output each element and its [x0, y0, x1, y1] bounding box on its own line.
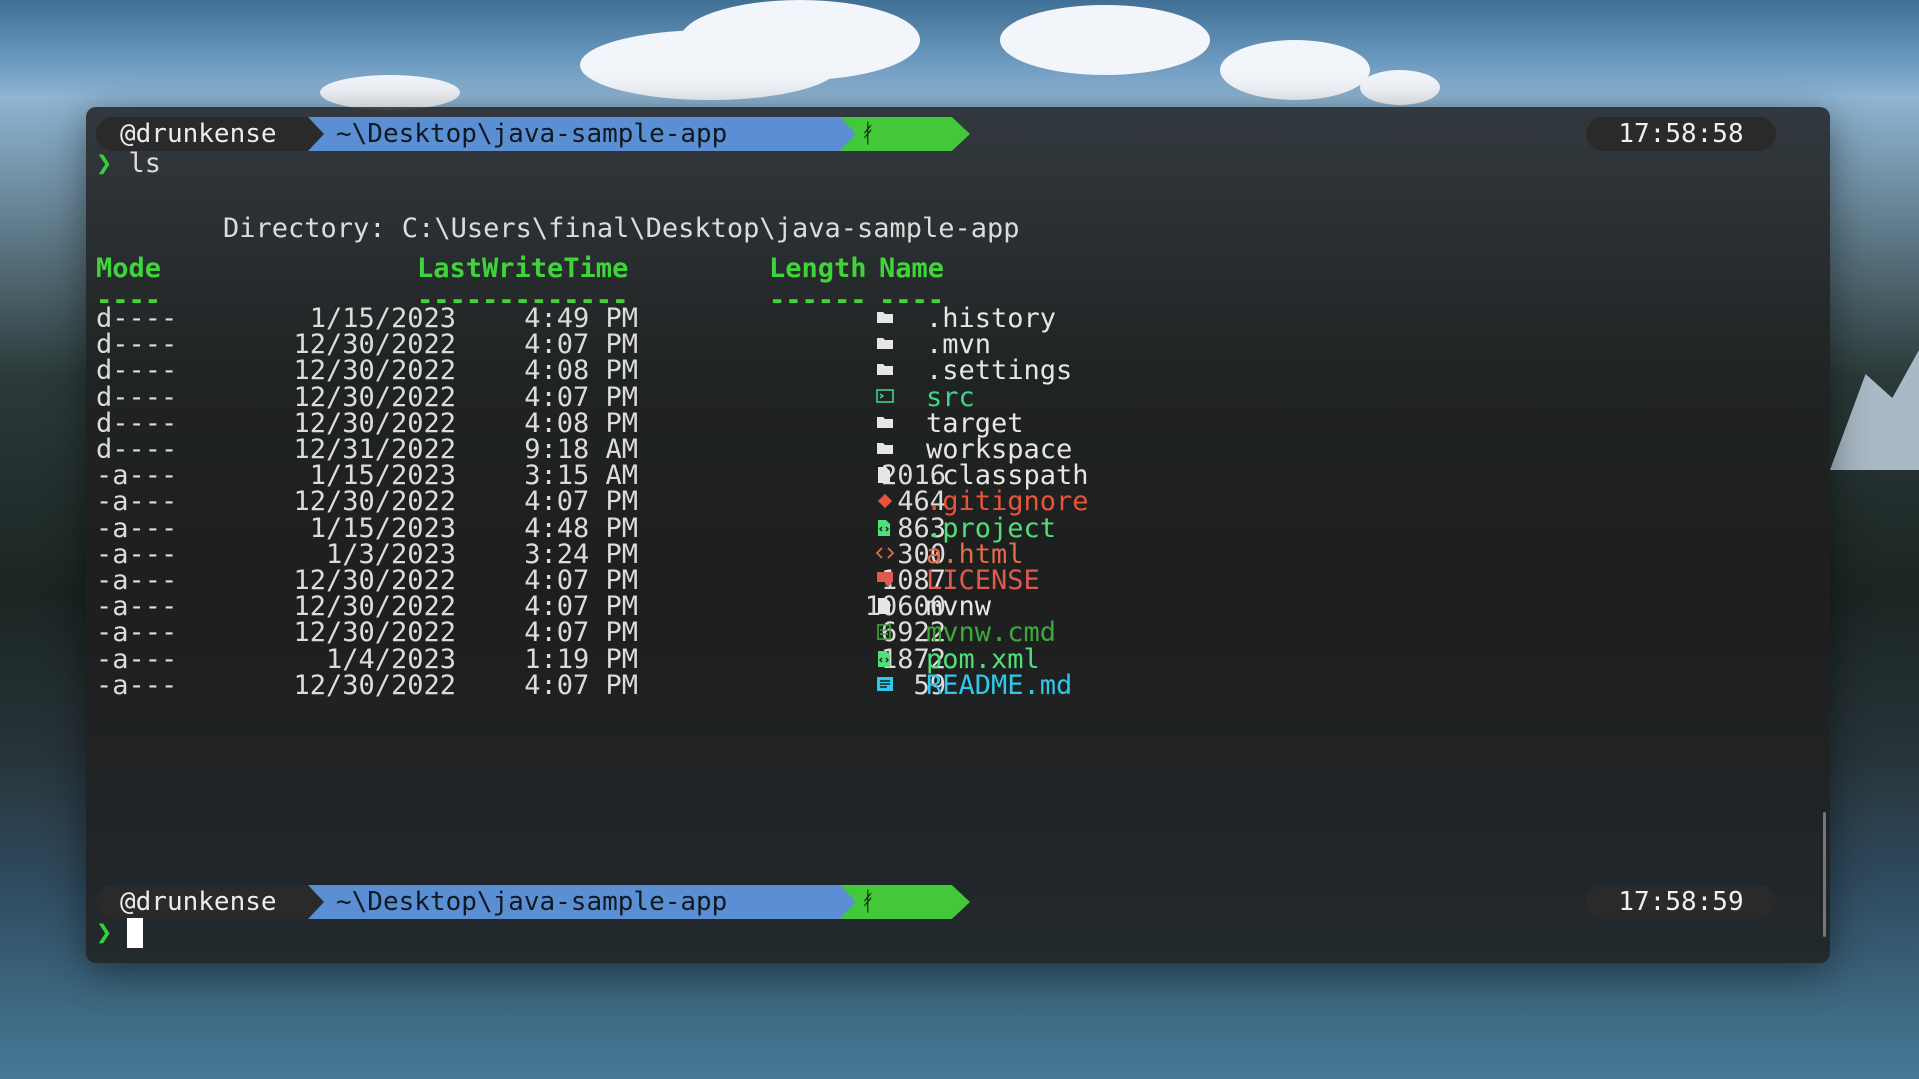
git-icon [876, 492, 896, 510]
prompt-chevron-icon: ❯ [96, 917, 113, 948]
header-mode: Mode [96, 253, 162, 284]
prompt-user: @drunkense [96, 117, 308, 151]
prompt-path: ~\Desktop\java-sample-app [308, 117, 858, 151]
license-icon [876, 571, 896, 589]
prompt-bar: @drunkense ~\Desktop\java-sample-app ᚯ m… [96, 117, 1820, 151]
prompt-user: @drunkense [96, 885, 308, 919]
prompt-clock: 17:58:58 [1586, 117, 1776, 151]
readme-icon [876, 676, 896, 694]
prompt-chevron-icon: ❯ [96, 148, 113, 179]
code-file-icon [876, 519, 896, 537]
branch-icon: ᚯ [860, 119, 876, 149]
list-item: -a--- 12/30/2022 4:07 PM 59 README.md [86, 669, 1186, 701]
header-name: Name [879, 253, 945, 284]
command-line: ❯ ls [96, 149, 161, 179]
folder-icon [876, 440, 896, 458]
cmd-icon [876, 623, 896, 641]
input-line[interactable]: ❯ [96, 918, 112, 948]
header-length: Length [769, 253, 867, 284]
file-icon [876, 466, 896, 484]
command-text: ls [128, 148, 162, 179]
branch-icon: ᚯ [860, 887, 876, 917]
prompt-git-branch: ᚯ main [840, 117, 970, 151]
time-cell: 4:07 PM [524, 669, 638, 701]
prompt-clock: 17:58:59 [1586, 885, 1776, 919]
terminal-folder-icon [876, 388, 896, 406]
html-icon [875, 545, 896, 563]
code-file-icon [876, 650, 896, 668]
cloud [680, 0, 920, 80]
scrollbar[interactable] [1823, 812, 1826, 937]
file-name: README.md [926, 669, 1073, 701]
folder-icon [876, 309, 896, 327]
cloud [1360, 70, 1440, 105]
mountain [1830, 350, 1919, 470]
date-cell: 12/30/2022 [293, 669, 456, 701]
header-lastwritetime: LastWriteTime [417, 253, 629, 284]
folder-icon [876, 335, 896, 353]
cloud [1220, 40, 1370, 100]
prompt-path: ~\Desktop\java-sample-app [308, 885, 858, 919]
cloud [320, 75, 460, 110]
folder-icon [876, 414, 896, 432]
folder-icon [876, 361, 896, 379]
cloud [1000, 5, 1210, 75]
directory-line: Directory: C:\Users\final\Desktop\java-s… [223, 213, 1020, 244]
file-icon [876, 597, 896, 615]
terminal-window[interactable]: @drunkense ~\Desktop\java-sample-app ᚯ m… [86, 107, 1830, 963]
length-cell: 59 [913, 669, 946, 701]
prompt-git-branch: ᚯ main [840, 885, 970, 919]
prompt-bar: @drunkense ~\Desktop\java-sample-app ᚯ m… [96, 885, 1820, 919]
text-cursor [127, 918, 143, 948]
